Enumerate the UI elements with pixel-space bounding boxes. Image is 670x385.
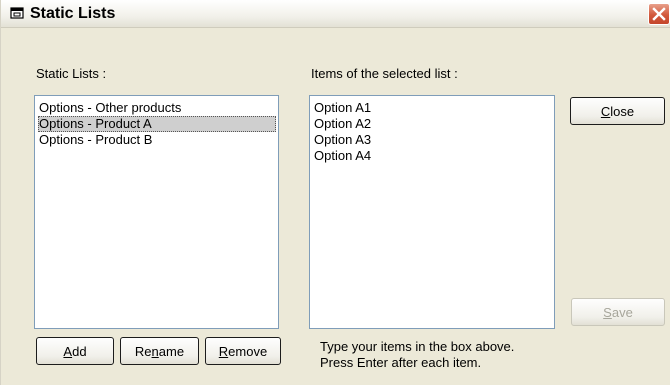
item-line: Option A1 [314,100,372,115]
close-icon [652,7,666,21]
close-button-label-post: lose [610,103,635,119]
item-line: Option A4 [314,148,372,163]
static-lists-listbox[interactable]: Options - Other products Options - Produ… [34,95,279,329]
rename-button[interactable]: Rename [120,337,199,365]
window-app-icon [10,7,24,19]
add-button-label-post: dd [72,343,87,359]
static-lists-dialog: Static Lists Static Lists : Options - Ot… [0,0,670,385]
close-button-mnemonic: C [600,103,611,119]
items-textarea[interactable]: Option A1 Option A2 Option A3 Option A4 [309,95,555,329]
remove-button[interactable]: Remove [205,337,281,365]
list-item-selected[interactable]: Options - Product A [38,116,276,132]
add-button[interactable]: Add [36,337,114,365]
window-title: Static Lists [30,5,116,22]
rename-button-label-post: ame [158,343,185,359]
add-button-mnemonic: A [63,343,73,359]
title-bar[interactable]: Static Lists [1,0,670,28]
remove-button-label-post: emove [228,343,268,359]
item-line: Option A2 [314,116,372,131]
close-window-button[interactable] [648,3,670,25]
hint-line-1: Type your items in the box above. [320,339,515,354]
save-button-label-post: ave [611,304,633,320]
rename-button-label-pre: Re [134,343,152,359]
remove-button-mnemonic: R [218,343,229,359]
hint-line-2: Press Enter after each item. [320,355,482,370]
static-lists-label: Static Lists : [36,66,107,81]
close-button[interactable]: Close [570,97,665,125]
save-button-mnemonic: S [603,304,612,320]
list-item[interactable]: Options - Other products [38,100,276,116]
item-line: Option A3 [314,132,372,147]
items-label: Items of the selected list : [311,66,458,81]
rename-button-mnemonic: n [151,343,159,359]
save-button[interactable]: Save [571,298,665,326]
list-item[interactable]: Options - Product B [38,132,276,148]
